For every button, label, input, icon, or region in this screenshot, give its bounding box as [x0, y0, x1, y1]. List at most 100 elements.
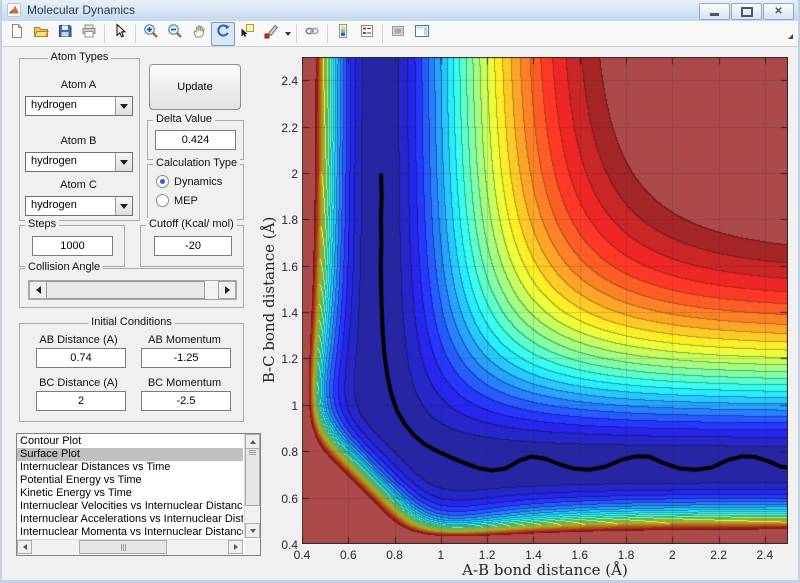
scroll-down-icon [249, 528, 256, 533]
scroll-right-icon [233, 544, 238, 550]
pointer-button[interactable] [108, 22, 132, 46]
atom-a-dropdown[interactable]: hydrogen [25, 96, 133, 116]
matlab-logo-icon [7, 3, 21, 17]
dropdown-button[interactable] [115, 97, 132, 115]
x-tick-label: 1.4 [525, 548, 542, 562]
right-arrow-icon [224, 286, 230, 294]
show-plot-tools-button[interactable] [410, 22, 434, 46]
list-item[interactable]: Internuclear Accelerations vs Internucle… [17, 513, 243, 526]
scroll-down-button[interactable] [245, 523, 260, 538]
brush-button[interactable] [259, 22, 283, 46]
plot-type-listbox[interactable]: Contour Plot Surface Plot Internuclear Dis… [16, 433, 261, 556]
list-item[interactable]: Internuclear Distances vs Time [17, 461, 243, 474]
list-item[interactable]: Internuclear Momenta vs Internuclear Dis… [17, 526, 243, 539]
toolbar-separator [104, 24, 105, 43]
slider-left-arrow[interactable] [29, 281, 47, 299]
initial-field-0[interactable]: 0.74 [36, 348, 126, 368]
toolbar-separator [327, 24, 328, 43]
hide-plot-tools-icon [390, 23, 406, 44]
insert-legend-button[interactable] [355, 22, 379, 46]
save-figure-icon [57, 23, 73, 44]
save-figure-button[interactable] [53, 22, 77, 46]
chevron-down-icon [120, 103, 128, 109]
horizontal-scroll-thumb[interactable] [79, 540, 167, 554]
x-tick-label: 2.4 [756, 548, 774, 562]
update-button[interactable]: Update [149, 64, 241, 110]
atom-c-value: hydrogen [31, 199, 77, 211]
figure-content: Atom Types Atom A hydrogen Atom B hydrogen A… [2, 46, 798, 580]
zoom-out-button[interactable] [163, 22, 187, 46]
hide-plot-tools-button[interactable] [386, 22, 410, 46]
slider-thumb[interactable] [46, 281, 205, 299]
y-tick-label: 2 [291, 166, 298, 181]
brush-dropdown[interactable] [283, 23, 293, 45]
atom-c-label: Atom C [60, 179, 97, 191]
atom-c-dropdown[interactable]: hydrogen [25, 196, 133, 216]
pan-button[interactable] [187, 22, 211, 46]
radio-label: Dynamics [174, 175, 223, 188]
minimize-button[interactable] [699, 3, 730, 20]
close-icon: ✕ [774, 5, 783, 17]
radio-label: MEP [174, 194, 198, 207]
radio-icon [156, 194, 169, 207]
collision-angle-legend: Collision Angle [25, 261, 104, 273]
close-button[interactable]: ✕ [763, 3, 794, 20]
chevron-down-icon [285, 31, 291, 36]
titlebar[interactable]: Molecular Dynamics ✕ [2, 0, 798, 22]
link-plot-icon [304, 23, 320, 44]
contour-plot-axes[interactable] [302, 57, 788, 544]
toolbar-overflow-icon[interactable] [787, 27, 794, 45]
initial-field-3[interactable]: -2.5 [141, 391, 231, 411]
rotate-3d-button[interactable] [211, 21, 235, 46]
x-tick-label: 1.6 [571, 548, 589, 562]
print-figure-icon [81, 23, 97, 44]
y-tick-label: 1 [291, 398, 298, 413]
list-item[interactable]: Potential Energy vs Time [17, 474, 243, 487]
list-item[interactable]: Contour Plot [17, 435, 243, 448]
delta-value-field[interactable]: 0.424 [155, 130, 236, 150]
x-tick-label: 0.8 [386, 548, 403, 562]
dropdown-button[interactable] [115, 153, 132, 171]
cutoff-group: Cutoff (Kcal/ mol) -20 [140, 218, 244, 267]
dropdown-button[interactable] [115, 197, 132, 215]
steps-legend: Steps [25, 218, 60, 230]
delta-value-legend: Delta Value [153, 113, 216, 125]
maximize-button[interactable] [731, 3, 762, 20]
pan-icon [191, 23, 207, 44]
collision-angle-slider[interactable] [28, 280, 237, 300]
insert-legend-icon [359, 23, 375, 44]
link-plot-button[interactable] [300, 22, 324, 46]
initial-label-1: AB Momentum [148, 334, 221, 346]
print-figure-button[interactable] [77, 22, 101, 46]
pointer-icon [112, 23, 128, 44]
open-file-button[interactable] [29, 22, 53, 46]
data-cursor-button[interactable] [235, 22, 259, 46]
scroll-right-button[interactable] [228, 540, 243, 554]
open-file-icon [33, 23, 49, 44]
brush-icon [263, 23, 279, 44]
listbox-horizontal-scrollbar[interactable] [17, 539, 243, 555]
delta-value-group: Delta Value 0.424 [147, 113, 244, 160]
list-item[interactable]: Kinetic Energy vs Time [17, 487, 243, 500]
x-tick-label: 1.2 [478, 548, 496, 562]
y-axis-label: B-C bond distance (Å) [260, 216, 278, 384]
calculation-type-group: Calculation Type Dynamics MEP [147, 157, 244, 220]
window-title: Molecular Dynamics [27, 3, 136, 17]
plot-type-items: Contour Plot Surface Plot Internuclear Dis… [17, 435, 243, 539]
cutoff-field[interactable]: -20 [154, 236, 232, 256]
radio-dynamics[interactable]: Dynamics [156, 175, 222, 188]
insert-colorbar-button[interactable] [331, 22, 355, 46]
slider-right-arrow[interactable] [218, 281, 236, 299]
new-document-button[interactable] [5, 22, 29, 46]
zoom-in-button[interactable] [139, 22, 163, 46]
scroll-left-button[interactable] [17, 540, 32, 554]
y-tick-label: 2.4 [281, 74, 298, 89]
list-item[interactable]: Surface Plot [17, 448, 243, 461]
atom-b-dropdown[interactable]: hydrogen [25, 152, 133, 172]
radio-mep[interactable]: MEP [156, 194, 198, 207]
chevron-down-icon [120, 203, 128, 209]
steps-field[interactable]: 1000 [32, 236, 113, 256]
list-item[interactable]: Internuclear Velocities vs Internuclear … [17, 500, 243, 513]
initial-field-2[interactable]: 2 [36, 391, 126, 411]
initial-field-1[interactable]: -1.25 [141, 348, 231, 368]
